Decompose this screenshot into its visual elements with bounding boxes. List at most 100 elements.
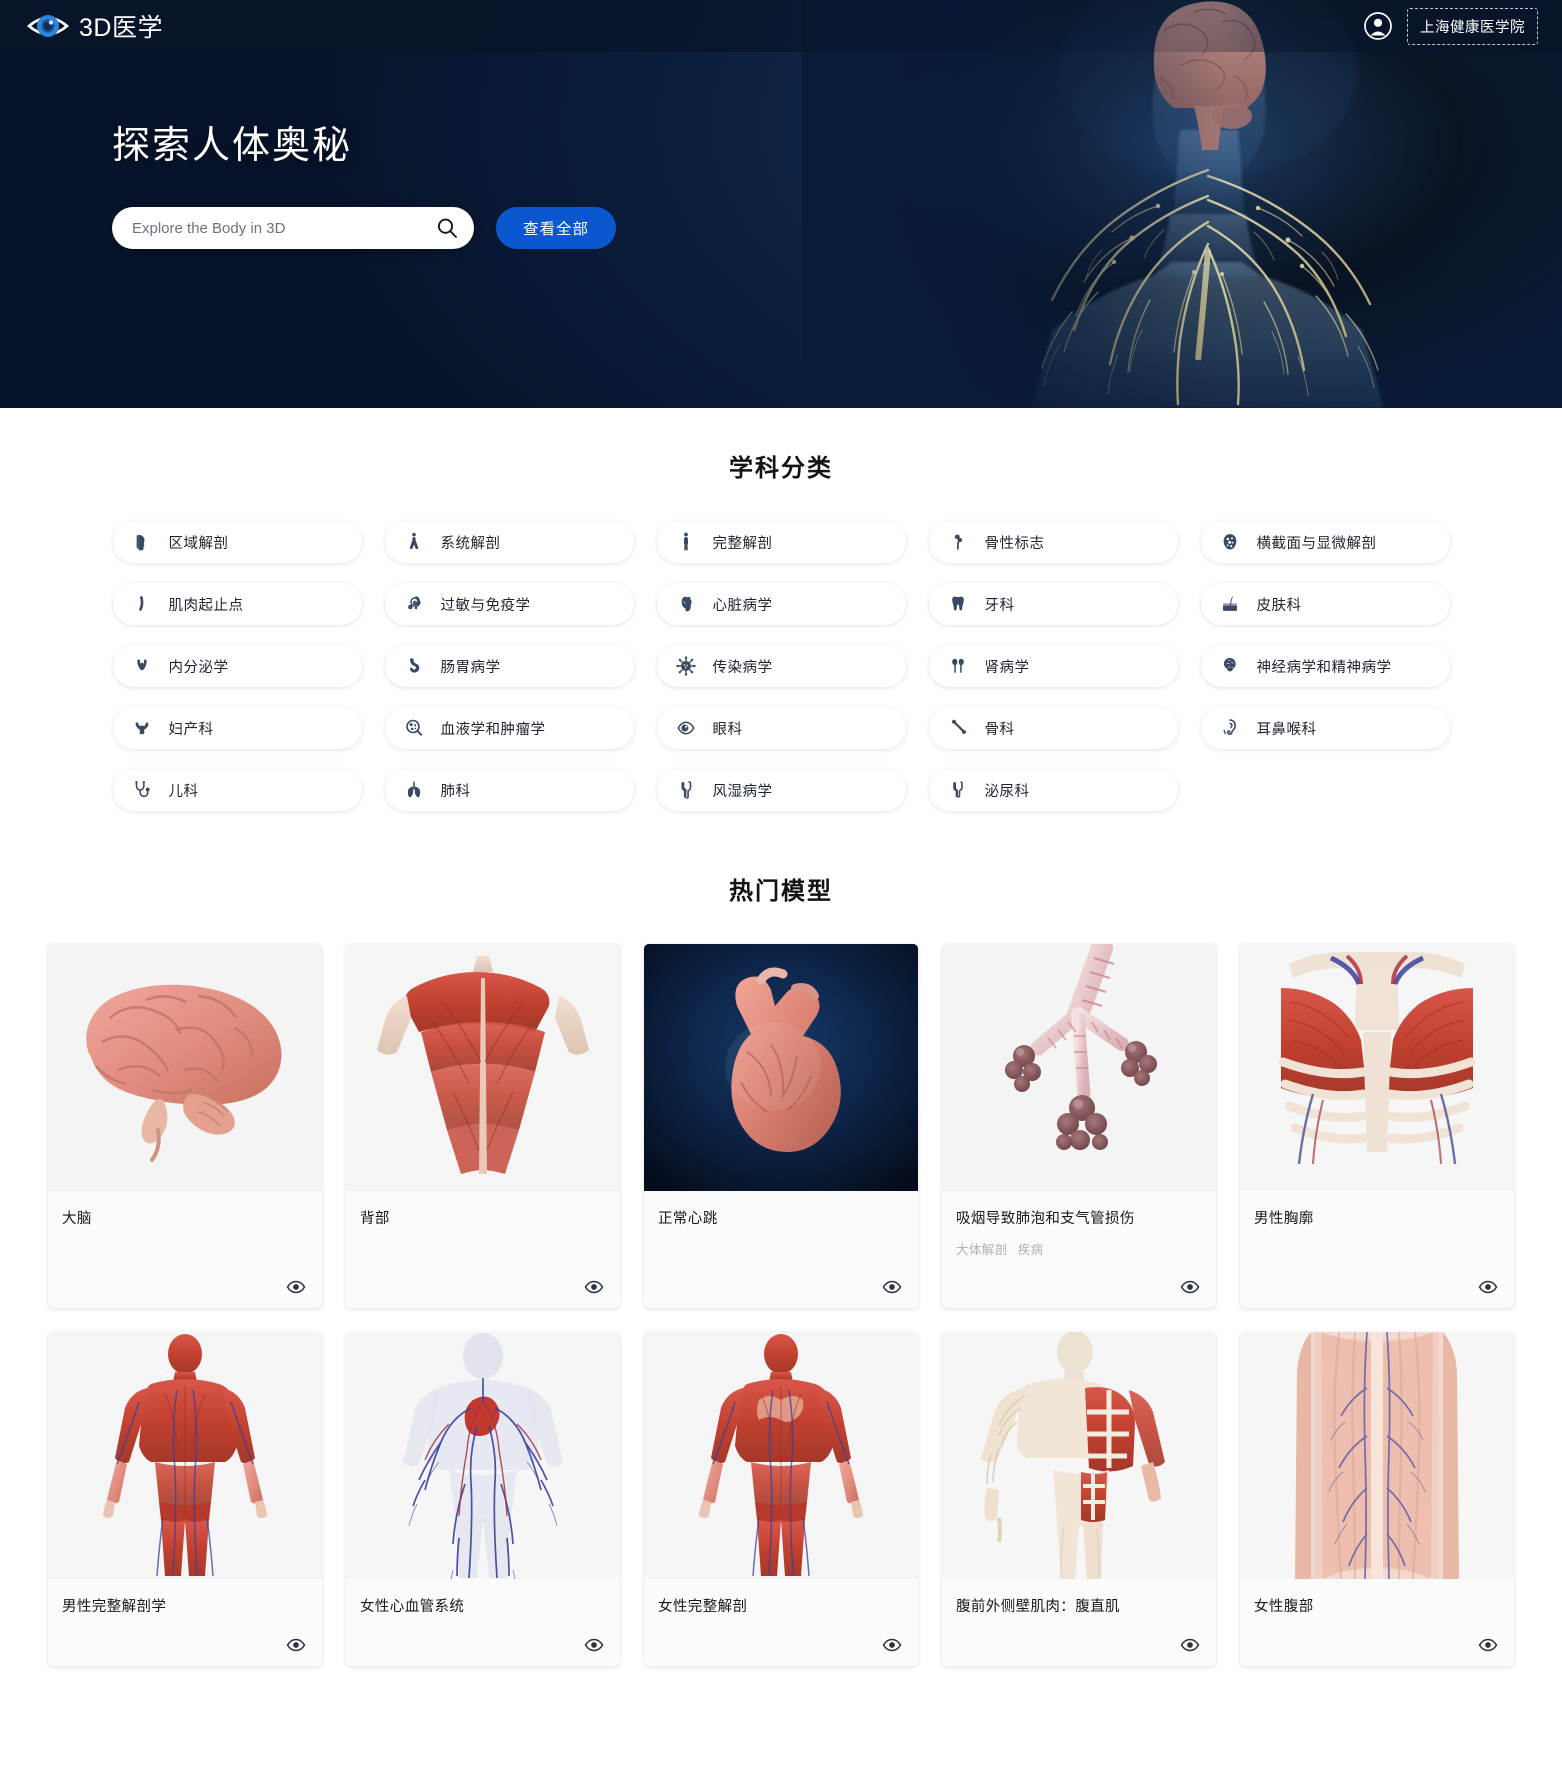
lungs-icon [403,779,425,801]
category-label: 系统解剖 [440,535,501,552]
model-card[interactable]: 大脑 [48,944,322,1308]
tooth-icon [947,593,969,615]
model-thumbnail [346,1332,620,1579]
category-item[interactable]: 内分泌学 [112,645,362,687]
model-thumbnail [1240,1332,1514,1579]
bone-joint-icon [947,717,969,739]
category-item[interactable]: 耳鼻喉科 [1200,707,1450,749]
category-item[interactable]: 传染病学 [656,645,906,687]
cross-section-icon [1219,531,1241,553]
eye-view-icon[interactable] [1180,1277,1200,1297]
category-item[interactable]: 系统解剖 [384,521,634,563]
eye-logo-icon [26,8,70,44]
model-info: 吸烟导致肺泡和支气管损伤 大体解剖 疾病 [942,1191,1216,1266]
categories-section: 学科分类 区域解剖 系统解剖 完整解剖 骨性标志 横截面与显微解剖肌肉起止点 过敏与免疫学… [0,408,1562,811]
organization-button[interactable]: 上海健康医学院 [1407,7,1538,45]
eye-view-icon[interactable] [584,1277,604,1297]
category-item[interactable]: 眼科 [656,707,906,749]
kidneys-icon [947,655,969,677]
category-item[interactable]: 完整解剖 [656,521,906,563]
search-icon[interactable] [436,217,458,239]
category-label: 骨性标志 [984,535,1045,552]
category-item[interactable]: 肾病学 [928,645,1178,687]
model-card[interactable]: 女性心血管系统 [346,1332,620,1666]
eye-view-icon[interactable] [1478,1277,1498,1297]
hero-banner: 3D医学 上海健康医学院 探索人体奥秘 Explore the Body in … [0,0,1562,408]
model-card[interactable]: 腹前外侧壁肌肉：腹直肌 [942,1332,1216,1666]
search-box[interactable] [112,207,474,249]
category-item[interactable]: 风湿病学 [656,769,906,811]
model-info: 女性腹部 [1240,1579,1514,1624]
model-card-footer [942,1624,1216,1666]
user-circle-icon[interactable] [1363,11,1393,41]
category-item[interactable]: 骨性标志 [928,521,1178,563]
category-label: 妇产科 [168,721,214,738]
allergy-immunology-icon [403,593,425,615]
category-label: 眼科 [712,721,743,738]
heart-icon [675,593,697,615]
model-info: 背部 [346,1191,620,1266]
eye-view-icon[interactable] [1180,1635,1200,1655]
page-root: 3D医学 上海健康医学院 探索人体奥秘 Explore the Body in … [0,0,1562,1706]
uterus-icon [131,717,153,739]
eye-view-icon[interactable] [882,1635,902,1655]
category-item[interactable]: 横截面与显微解剖 [1200,521,1450,563]
category-label: 风湿病学 [712,783,773,800]
eye-view-icon[interactable] [584,1635,604,1655]
category-item[interactable]: 过敏与免疫学 [384,583,634,625]
model-card-footer [346,1624,620,1666]
category-item[interactable]: 肠胃病学 [384,645,634,687]
model-card-footer [1240,1266,1514,1308]
category-item[interactable]: 神经病学和精神病学 [1200,645,1450,687]
model-card[interactable]: 女性完整解剖 [644,1332,918,1666]
model-card[interactable]: 正常心跳 [644,944,918,1308]
category-label: 过敏与免疫学 [440,597,531,614]
model-thumbnail [644,944,918,1191]
category-label: 传染病学 [712,659,773,676]
category-item[interactable]: 牙科 [928,583,1178,625]
model-card[interactable]: 背部 [346,944,620,1308]
model-card[interactable]: 男性胸廓 [1240,944,1514,1308]
view-all-button[interactable]: 查看全部 [496,207,617,249]
model-info: 男性完整解剖学 [48,1579,322,1624]
category-label: 肺科 [440,783,471,800]
brand-logo[interactable]: 3D医学 [26,8,163,44]
category-label: 完整解剖 [712,535,773,552]
category-item[interactable]: 区域解剖 [112,521,362,563]
model-tags: 大体解剖 疾病 [956,1239,1202,1258]
stethoscope-icon [131,779,153,801]
category-item[interactable]: 皮肤科 [1200,583,1450,625]
category-item[interactable]: 泌尿科 [928,769,1178,811]
eye-view-icon[interactable] [1478,1635,1498,1655]
model-name: 男性胸廓 [1254,1211,1314,1227]
bone-landmark-icon [947,531,969,553]
eye-view-icon[interactable] [286,1635,306,1655]
category-item[interactable]: 骨科 [928,707,1178,749]
model-thumbnail [346,944,620,1191]
model-tag: 大体解剖 [956,1243,1008,1257]
full-body-icon [675,531,697,553]
model-card[interactable]: 吸烟导致肺泡和支气管损伤 大体解剖 疾病 [942,944,1216,1308]
model-card[interactable]: 女性腹部 [1240,1332,1514,1666]
model-thumbnail [48,944,322,1191]
model-name: 女性完整解剖 [658,1599,748,1615]
model-card-footer [1240,1624,1514,1666]
model-card-footer [942,1266,1216,1308]
category-item[interactable]: 血液学和肿瘤学 [384,707,634,749]
model-card[interactable]: 男性完整解剖学 [48,1332,322,1666]
category-item[interactable]: 妇产科 [112,707,362,749]
category-item[interactable]: 儿科 [112,769,362,811]
eye-view-icon[interactable] [882,1277,902,1297]
search-input[interactable] [132,219,436,237]
category-label: 区域解剖 [168,535,229,552]
eye-view-icon[interactable] [286,1277,306,1297]
category-label: 神经病学和精神病学 [1256,659,1392,676]
categories-title: 学科分类 [729,455,833,482]
top-bar-actions: 上海健康医学院 [1363,7,1546,45]
model-thumbnail [1240,944,1514,1191]
category-label: 耳鼻喉科 [1256,721,1317,738]
category-item[interactable]: 心脏病学 [656,583,906,625]
category-item[interactable]: 肺科 [384,769,634,811]
category-label: 儿科 [168,783,199,800]
category-item[interactable]: 肌肉起止点 [112,583,362,625]
